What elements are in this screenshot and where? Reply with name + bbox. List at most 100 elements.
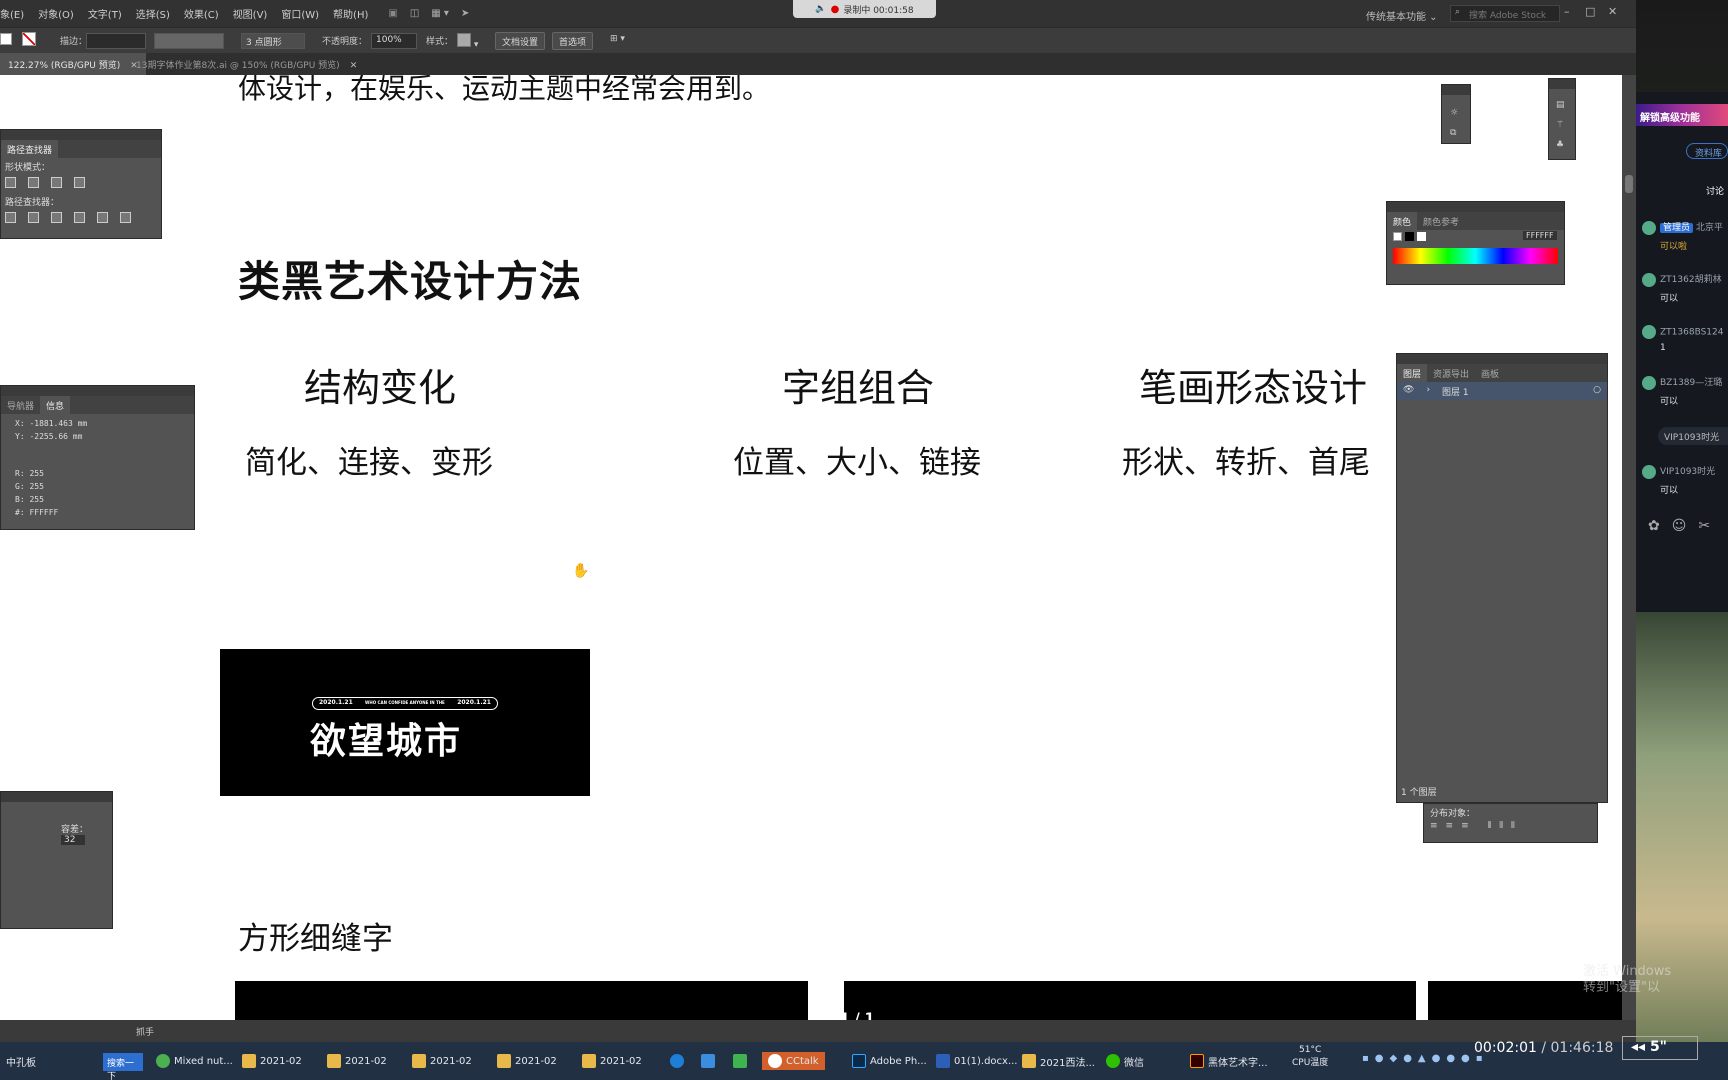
player-icon[interactable]: [733, 1052, 747, 1070]
taskbar-item[interactable]: 2021-02: [582, 1052, 642, 1070]
panel-grip[interactable]: [1397, 354, 1607, 364]
taskbar-item-active[interactable]: CCtalk: [762, 1052, 825, 1070]
target-icon[interactable]: ○: [1593, 385, 1601, 397]
document-setup-button[interactable]: 文档设置: [495, 32, 546, 50]
vertical-scrollbar[interactable]: [1622, 75, 1636, 1020]
tab-color[interactable]: 颜色: [1387, 212, 1418, 230]
taskbar-search-button[interactable]: 搜索一下: [103, 1053, 143, 1080]
system-tray-icons[interactable]: ▪●◆●▲●●●▪: [1362, 1053, 1489, 1064]
tab-color-guide[interactable]: 颜色参考: [1417, 212, 1465, 230]
panel-grip[interactable]: [1, 130, 161, 140]
layers-panel[interactable]: 图层 资源导出 画板 👁 › 图层 1 ○ 1 个图层: [1396, 353, 1608, 803]
color-spectrum[interactable]: [1393, 248, 1558, 264]
menu-type[interactable]: 文字(T): [88, 6, 122, 21]
fill-swatch[interactable]: [0, 33, 12, 48]
mail-icon[interactable]: [701, 1052, 715, 1070]
edge-icon[interactable]: [670, 1052, 684, 1070]
maximize-button[interactable]: □: [1585, 5, 1595, 18]
layer-name[interactable]: 图层 1: [1442, 385, 1469, 398]
unite-icon[interactable]: [5, 177, 16, 188]
taskbar-item[interactable]: 黑体艺术字...: [1190, 1052, 1268, 1070]
taskbar-item[interactable]: 2021西法...: [1022, 1052, 1095, 1070]
magic-wand-panel[interactable]: 容差： 32: [0, 791, 113, 929]
pathfinder-tab[interactable]: 路径查找器: [1, 140, 59, 158]
library-button[interactable]: 资料库: [1686, 143, 1728, 159]
exclude-icon[interactable]: [74, 177, 85, 188]
flower-icon[interactable]: ✿: [1648, 518, 1672, 534]
panel-grip[interactable]: [1387, 202, 1564, 212]
stock-search-input[interactable]: ⌕ 搜索 Adobe Stock: [1450, 5, 1560, 22]
scroll-thumb[interactable]: [1625, 175, 1633, 193]
tab-discuss[interactable]: 讨论: [1706, 184, 1724, 197]
artboard-icon[interactable]: ⧉: [1450, 123, 1462, 143]
upgrade-banner[interactable]: 解锁高级功能: [1636, 104, 1728, 126]
menu-help[interactable]: 帮助(H): [333, 6, 368, 21]
merge-icon[interactable]: [51, 212, 62, 223]
taskbar-item[interactable]: 2021-02: [497, 1052, 557, 1070]
minus-front-icon[interactable]: [28, 177, 39, 188]
divide-icon[interactable]: [5, 212, 16, 223]
swatches-icon[interactable]: ▤: [1556, 95, 1568, 115]
emoji-icon[interactable]: ☺: [1672, 518, 1699, 534]
menu-select[interactable]: 选择(S): [136, 6, 170, 21]
artboard[interactable]: 体设计，在娱乐、运动主题中经常会用到。 类黑艺术设计方法 结构变化 简化、连接、…: [0, 75, 1622, 1020]
crop-icon[interactable]: [74, 212, 85, 223]
black-swatch[interactable]: [1404, 232, 1414, 241]
preferences-button[interactable]: 首选项: [552, 32, 594, 50]
panel-grip[interactable]: [1549, 79, 1575, 89]
scissors-icon[interactable]: ✂: [1698, 518, 1722, 534]
rewind-speed-button[interactable]: ◂◂ 5": [1622, 1036, 1698, 1060]
taskbar-item[interactable]: Adobe Ph...: [852, 1052, 927, 1070]
panel-grip[interactable]: [1, 386, 194, 396]
distribute-icons[interactable]: ≡≡≡ ⫴⫴⫴: [1424, 821, 1597, 831]
tools-mini-panel[interactable]: ☼ ⧉: [1441, 84, 1471, 144]
brightness-icon[interactable]: ☼: [1450, 103, 1462, 123]
hex-field[interactable]: FFFFFF: [1523, 231, 1557, 240]
brush-definition[interactable]: 3 点圆形: [241, 33, 305, 49]
expand-icon[interactable]: ›: [1426, 385, 1430, 397]
menu-edit[interactable]: 象(E): [0, 6, 24, 21]
tolerance-field[interactable]: 32: [61, 835, 86, 845]
taskbar-item[interactable]: 2021-02: [327, 1052, 387, 1070]
menu-effect[interactable]: 效果(C): [184, 6, 219, 21]
eye-icon[interactable]: 👁: [1403, 385, 1414, 397]
layer-row[interactable]: 👁 › 图层 1 ○: [1397, 382, 1607, 400]
panel-grip[interactable]: [1, 792, 112, 802]
chat-toolbar[interactable]: ✿☺✂: [1648, 518, 1722, 534]
minus-back-icon[interactable]: [120, 212, 131, 223]
sample-block[interactable]: [844, 981, 1416, 1020]
tab-current-document[interactable]: 122.27% (RGB/GPU 预览) ✕: [0, 53, 146, 75]
tab-layers[interactable]: 图层: [1397, 364, 1428, 382]
arrange-icon[interactable]: ▣: [388, 8, 397, 19]
send-icon[interactable]: ➤: [461, 8, 469, 19]
panel-grip[interactable]: [1442, 85, 1470, 95]
menu-view[interactable]: 视图(V): [233, 6, 268, 21]
distribute-panel[interactable]: 分布对象： ≡≡≡ ⫴⫴⫴: [1423, 803, 1598, 843]
tab-artboards[interactable]: 画板: [1475, 364, 1505, 382]
align-icon[interactable]: ⊞ ▾: [610, 34, 625, 44]
pathfinder-panel[interactable]: 路径查找器 形状模式： 路径查找器：: [0, 129, 162, 239]
libraries-mini-panel[interactable]: ▤ ⚚ ♣: [1548, 78, 1576, 160]
white-swatch[interactable]: [1416, 232, 1426, 241]
color-panel[interactable]: 颜色 颜色参考 FFFFFF: [1386, 201, 1565, 285]
taskbar-item[interactable]: 中孔板: [6, 1052, 36, 1070]
close-tab-icon[interactable]: ✕: [350, 61, 358, 71]
taskbar-item[interactable]: 微信: [1106, 1052, 1144, 1070]
info-panel[interactable]: 导航器 信息 X: -1881.463 mm Y: -2255.66 mm R:…: [0, 385, 195, 530]
intersect-icon[interactable]: [51, 177, 62, 188]
variable-width-field[interactable]: [154, 33, 224, 49]
opacity-field[interactable]: 100%: [371, 33, 417, 49]
taskbar-item[interactable]: 2021-02: [412, 1052, 472, 1070]
trim-icon[interactable]: [28, 212, 39, 223]
style-swatch[interactable]: ▾: [457, 33, 478, 50]
outline-icon[interactable]: [97, 212, 108, 223]
stroke-weight-field[interactable]: [86, 33, 146, 49]
tab-navigator[interactable]: 导航器: [1, 396, 40, 414]
minimize-button[interactable]: –: [1564, 5, 1570, 18]
sample-block[interactable]: [235, 981, 808, 1020]
menu-window[interactable]: 窗口(W): [281, 6, 319, 21]
brush-icon[interactable]: ⚚: [1556, 115, 1568, 135]
gpu-icon[interactable]: ◫: [410, 8, 419, 19]
menu-object[interactable]: 对象(O): [38, 6, 74, 21]
close-button[interactable]: ✕: [1608, 5, 1617, 18]
